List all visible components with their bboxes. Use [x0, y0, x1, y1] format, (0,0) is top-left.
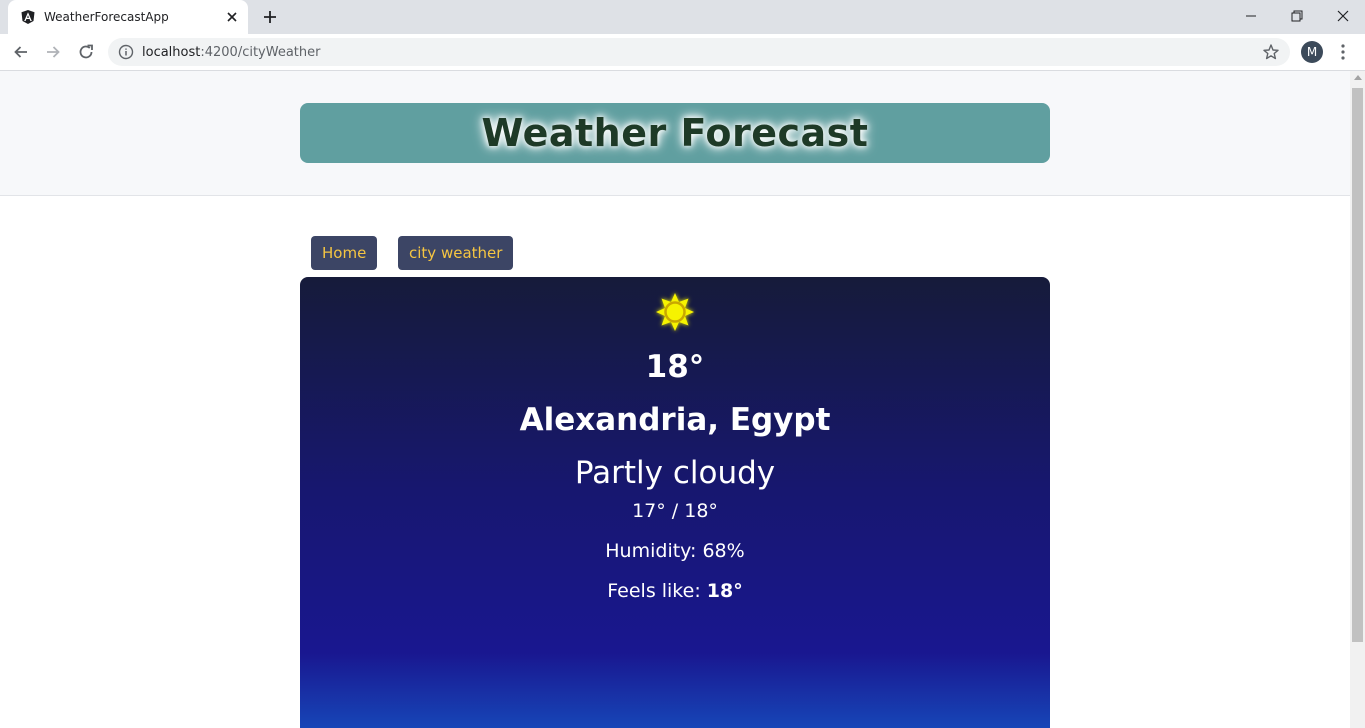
scroll-up-arrow-icon[interactable]	[1354, 75, 1362, 80]
tab-title: WeatherForecastApp	[44, 10, 169, 24]
reload-icon[interactable]	[77, 43, 95, 61]
city-weather-button[interactable]: city weather	[398, 236, 514, 270]
browser-tab[interactable]: WeatherForecastApp	[8, 0, 248, 34]
url-text: localhost:4200/cityWeather	[142, 45, 321, 60]
address-bar[interactable]: localhost:4200/cityWeather	[108, 38, 1290, 66]
min-max-temperature: 17° / 18°	[632, 500, 718, 522]
page-title: Weather Forecast	[481, 111, 869, 155]
city-name: Alexandria, Egypt	[519, 402, 831, 438]
feels-like-value: 18°	[706, 580, 743, 602]
page-header: Weather Forecast	[0, 71, 1350, 196]
home-button[interactable]: Home	[311, 236, 378, 270]
profile-avatar[interactable]: M	[1301, 41, 1323, 63]
kebab-menu-icon[interactable]	[1336, 43, 1350, 61]
page-viewport: Weather Forecast Home city weather 18° A…	[0, 71, 1350, 728]
weather-card: 18° Alexandria, Egypt Partly cloudy 17° …	[300, 277, 1050, 728]
forward-icon[interactable]	[44, 43, 62, 61]
url-host: localhost	[142, 45, 201, 60]
restore-icon[interactable]	[1289, 8, 1305, 24]
browser-toolbar: localhost:4200/cityWeather M	[0, 34, 1365, 71]
back-icon[interactable]	[12, 43, 30, 61]
new-tab-icon[interactable]	[262, 9, 278, 25]
window-close-icon[interactable]	[1335, 8, 1351, 24]
scroll-thumb[interactable]	[1352, 88, 1363, 642]
angular-icon	[21, 10, 35, 24]
humidity: Humidity: 68%	[605, 540, 745, 562]
info-icon[interactable]	[118, 44, 134, 60]
current-temperature: 18°	[645, 349, 705, 385]
url-path: :4200/cityWeather	[200, 45, 321, 60]
feels-like-label: Feels like:	[607, 580, 707, 602]
minimize-icon[interactable]	[1243, 8, 1259, 24]
weather-condition: Partly cloudy	[574, 455, 776, 491]
bookmark-star-icon[interactable]	[1262, 43, 1280, 61]
browser-tab-bar: WeatherForecastApp	[0, 0, 1365, 34]
page-scrollbar[interactable]	[1350, 71, 1365, 728]
sun-icon	[656, 293, 694, 331]
feels-like: Feels like: 18°	[300, 580, 1050, 602]
title-banner: Weather Forecast	[300, 103, 1050, 163]
close-icon[interactable]	[224, 9, 240, 25]
